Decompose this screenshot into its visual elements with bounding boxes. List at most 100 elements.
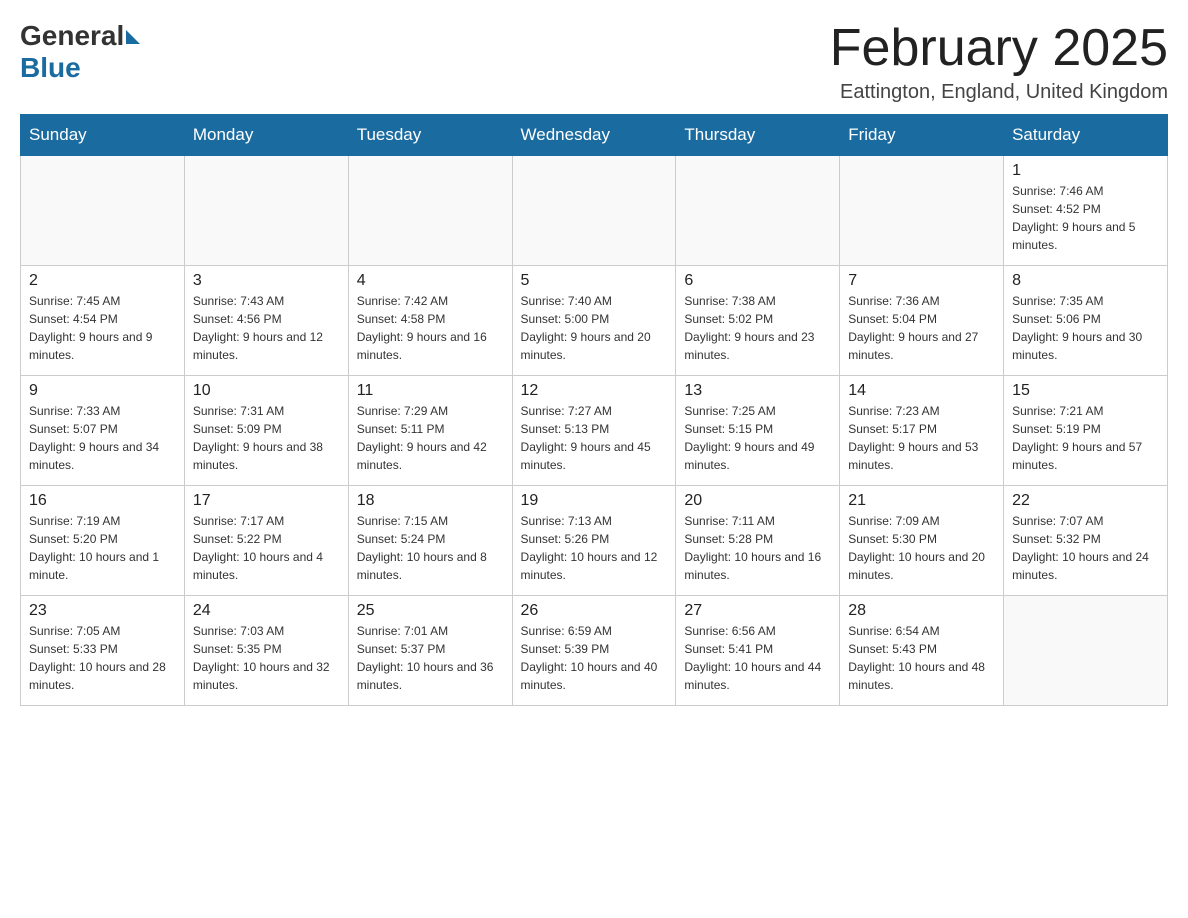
calendar-day-cell xyxy=(840,156,1004,266)
calendar-day-cell: 8 Sunrise: 7:35 AMSunset: 5:06 PMDaylight… xyxy=(1004,266,1168,376)
day-number: 27 xyxy=(684,602,831,620)
calendar-header-row: SundayMondayTuesdayWednesdayThursdayFrid… xyxy=(21,115,1168,156)
calendar-day-cell: 25 Sunrise: 7:01 AMSunset: 5:37 PMDayligh… xyxy=(348,596,512,706)
day-number: 20 xyxy=(684,492,831,510)
calendar-day-cell: 7 Sunrise: 7:36 AMSunset: 5:04 PMDaylight… xyxy=(840,266,1004,376)
logo-general-text: General xyxy=(20,20,124,52)
day-info: Sunrise: 7:07 AMSunset: 5:32 PMDaylight:… xyxy=(1012,512,1159,584)
calendar-week-row: 16 Sunrise: 7:19 AMSunset: 5:20 PMDayligh… xyxy=(21,486,1168,596)
calendar-day-cell: 2 Sunrise: 7:45 AMSunset: 4:54 PMDaylight… xyxy=(21,266,185,376)
calendar-day-cell: 15 Sunrise: 7:21 AMSunset: 5:19 PMDayligh… xyxy=(1004,376,1168,486)
calendar-day-cell: 24 Sunrise: 7:03 AMSunset: 5:35 PMDayligh… xyxy=(184,596,348,706)
calendar-day-cell: 13 Sunrise: 7:25 AMSunset: 5:15 PMDayligh… xyxy=(676,376,840,486)
day-of-week-header: Monday xyxy=(184,115,348,156)
calendar-day-cell: 5Sunrise: 7:40 AMSunset: 5:00 PMDaylight… xyxy=(512,266,676,376)
day-info: Sunrise: 7:40 AMSunset: 5:00 PMDaylight:… xyxy=(521,292,668,364)
logo-arrow-icon xyxy=(126,30,140,44)
calendar-day-cell: 23 Sunrise: 7:05 AMSunset: 5:33 PMDayligh… xyxy=(21,596,185,706)
calendar-day-cell: 18 Sunrise: 7:15 AMSunset: 5:24 PMDayligh… xyxy=(348,486,512,596)
logo-blue-text: Blue xyxy=(20,52,81,84)
calendar-day-cell: 12Sunrise: 7:27 AMSunset: 5:13 PMDayligh… xyxy=(512,376,676,486)
day-of-week-header: Tuesday xyxy=(348,115,512,156)
day-info: Sunrise: 7:35 AMSunset: 5:06 PMDaylight:… xyxy=(1012,292,1159,364)
day-number: 22 xyxy=(1012,492,1159,510)
day-info: Sunrise: 7:15 AMSunset: 5:24 PMDaylight:… xyxy=(357,512,504,584)
day-info: Sunrise: 7:29 AMSunset: 5:11 PMDaylight:… xyxy=(357,402,504,474)
calendar-day-cell xyxy=(1004,596,1168,706)
day-number: 1 xyxy=(1012,162,1159,180)
day-number: 26 xyxy=(521,602,668,620)
day-info: Sunrise: 6:59 AMSunset: 5:39 PMDaylight:… xyxy=(521,622,668,694)
day-number: 8 xyxy=(1012,272,1159,290)
day-number: 18 xyxy=(357,492,504,510)
day-of-week-header: Saturday xyxy=(1004,115,1168,156)
day-number: 10 xyxy=(193,382,340,400)
day-info: Sunrise: 7:17 AMSunset: 5:22 PMDaylight:… xyxy=(193,512,340,584)
calendar-day-cell xyxy=(348,156,512,266)
day-number: 15 xyxy=(1012,382,1159,400)
page-header: General Blue February 2025 Eattington, E… xyxy=(20,20,1168,104)
day-info: Sunrise: 7:33 AMSunset: 5:07 PMDaylight:… xyxy=(29,402,176,474)
calendar-week-row: 1Sunrise: 7:46 AMSunset: 4:52 PMDaylight… xyxy=(21,156,1168,266)
calendar-week-row: 23 Sunrise: 7:05 AMSunset: 5:33 PMDayligh… xyxy=(21,596,1168,706)
day-number: 4 xyxy=(357,272,504,290)
calendar-day-cell: 1Sunrise: 7:46 AMSunset: 4:52 PMDaylight… xyxy=(1004,156,1168,266)
day-info: Sunrise: 7:05 AMSunset: 5:33 PMDaylight:… xyxy=(29,622,176,694)
day-number: 6 xyxy=(684,272,831,290)
title-area: February 2025 Eattington, England, Unite… xyxy=(830,20,1168,104)
calendar-day-cell: 3 Sunrise: 7:43 AMSunset: 4:56 PMDaylight… xyxy=(184,266,348,376)
calendar-day-cell: 14 Sunrise: 7:23 AMSunset: 5:17 PMDayligh… xyxy=(840,376,1004,486)
month-title: February 2025 xyxy=(830,20,1168,77)
day-number: 13 xyxy=(684,382,831,400)
calendar-day-cell: 22 Sunrise: 7:07 AMSunset: 5:32 PMDayligh… xyxy=(1004,486,1168,596)
calendar-day-cell xyxy=(21,156,185,266)
day-of-week-header: Thursday xyxy=(676,115,840,156)
calendar-day-cell xyxy=(184,156,348,266)
day-of-week-header: Friday xyxy=(840,115,1004,156)
day-number: 28 xyxy=(848,602,995,620)
day-info: Sunrise: 7:01 AMSunset: 5:37 PMDaylight:… xyxy=(357,622,504,694)
day-number: 14 xyxy=(848,382,995,400)
day-number: 25 xyxy=(357,602,504,620)
day-info: Sunrise: 6:54 AMSunset: 5:43 PMDaylight:… xyxy=(848,622,995,694)
day-number: 3 xyxy=(193,272,340,290)
day-info: Sunrise: 7:13 AMSunset: 5:26 PMDaylight:… xyxy=(521,512,668,584)
day-number: 16 xyxy=(29,492,176,510)
day-of-week-header: Wednesday xyxy=(512,115,676,156)
calendar-day-cell: 10 Sunrise: 7:31 AMSunset: 5:09 PMDayligh… xyxy=(184,376,348,486)
logo: General Blue xyxy=(20,20,140,84)
day-info: Sunrise: 7:36 AMSunset: 5:04 PMDaylight:… xyxy=(848,292,995,364)
day-info: Sunrise: 7:03 AMSunset: 5:35 PMDaylight:… xyxy=(193,622,340,694)
calendar-day-cell: 27Sunrise: 6:56 AMSunset: 5:41 PMDayligh… xyxy=(676,596,840,706)
calendar-day-cell: 16 Sunrise: 7:19 AMSunset: 5:20 PMDayligh… xyxy=(21,486,185,596)
day-info: Sunrise: 7:21 AMSunset: 5:19 PMDaylight:… xyxy=(1012,402,1159,474)
calendar-day-cell: 9 Sunrise: 7:33 AMSunset: 5:07 PMDaylight… xyxy=(21,376,185,486)
day-number: 2 xyxy=(29,272,176,290)
day-number: 24 xyxy=(193,602,340,620)
day-info: Sunrise: 7:25 AMSunset: 5:15 PMDaylight:… xyxy=(684,402,831,474)
day-number: 7 xyxy=(848,272,995,290)
day-info: Sunrise: 7:27 AMSunset: 5:13 PMDaylight:… xyxy=(521,402,668,474)
day-number: 9 xyxy=(29,382,176,400)
day-info: Sunrise: 7:11 AMSunset: 5:28 PMDaylight:… xyxy=(684,512,831,584)
day-info: Sunrise: 7:23 AMSunset: 5:17 PMDaylight:… xyxy=(848,402,995,474)
day-info: Sunrise: 7:45 AMSunset: 4:54 PMDaylight:… xyxy=(29,292,176,364)
day-info: Sunrise: 7:43 AMSunset: 4:56 PMDaylight:… xyxy=(193,292,340,364)
calendar-day-cell: 4Sunrise: 7:42 AMSunset: 4:58 PMDaylight… xyxy=(348,266,512,376)
calendar-week-row: 2 Sunrise: 7:45 AMSunset: 4:54 PMDaylight… xyxy=(21,266,1168,376)
day-info: Sunrise: 7:31 AMSunset: 5:09 PMDaylight:… xyxy=(193,402,340,474)
day-number: 11 xyxy=(357,382,504,400)
calendar-day-cell xyxy=(676,156,840,266)
calendar-day-cell: 26 Sunrise: 6:59 AMSunset: 5:39 PMDayligh… xyxy=(512,596,676,706)
day-number: 23 xyxy=(29,602,176,620)
calendar-day-cell: 20 Sunrise: 7:11 AMSunset: 5:28 PMDayligh… xyxy=(676,486,840,596)
day-info: Sunrise: 7:38 AMSunset: 5:02 PMDaylight:… xyxy=(684,292,831,364)
day-info: Sunrise: 7:19 AMSunset: 5:20 PMDaylight:… xyxy=(29,512,176,584)
day-number: 17 xyxy=(193,492,340,510)
calendar-day-cell: 19Sunrise: 7:13 AMSunset: 5:26 PMDayligh… xyxy=(512,486,676,596)
calendar-day-cell xyxy=(512,156,676,266)
calendar-day-cell: 17 Sunrise: 7:17 AMSunset: 5:22 PMDayligh… xyxy=(184,486,348,596)
day-info: Sunrise: 7:09 AMSunset: 5:30 PMDaylight:… xyxy=(848,512,995,584)
calendar-table: SundayMondayTuesdayWednesdayThursdayFrid… xyxy=(20,114,1168,706)
calendar-day-cell: 21Sunrise: 7:09 AMSunset: 5:30 PMDayligh… xyxy=(840,486,1004,596)
